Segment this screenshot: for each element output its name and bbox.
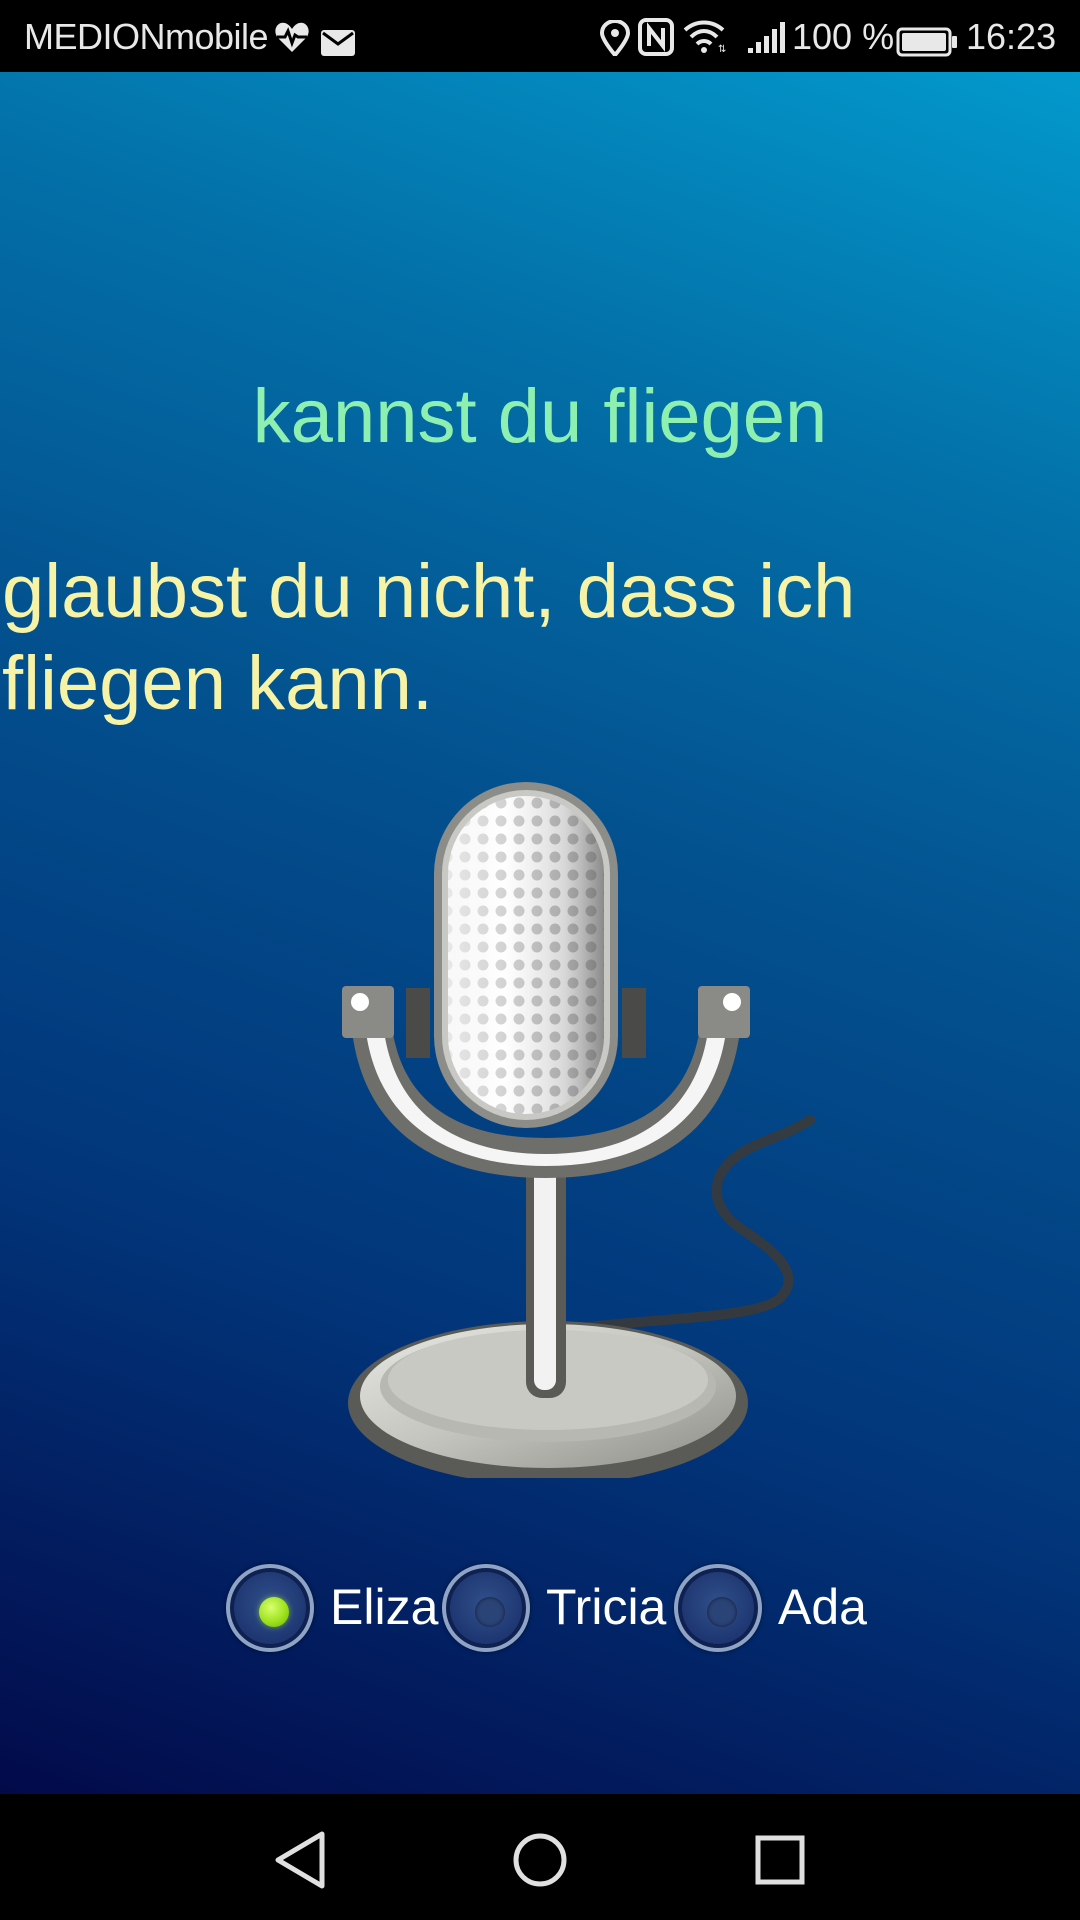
home-icon bbox=[513, 1833, 567, 1887]
signal-icon bbox=[746, 20, 786, 63]
location-icon bbox=[599, 18, 631, 65]
status-bar: MEDIONmobile ⇅ 100 % 16:23 bbox=[0, 0, 1080, 72]
battery-icon bbox=[896, 24, 958, 66]
assistant-reply: glaubst du nicht, dass ich fliegen kann. bbox=[2, 549, 856, 726]
clock: 16:23 bbox=[966, 16, 1057, 57]
radio-button[interactable] bbox=[442, 1564, 530, 1652]
nfc-icon bbox=[638, 18, 674, 65]
screen: MEDIONmobile ⇅ 100 % 16:23 kannst du fli… bbox=[0, 0, 1080, 1920]
mail-icon bbox=[320, 24, 356, 66]
back-button[interactable] bbox=[260, 1820, 340, 1900]
microphone-icon bbox=[342, 782, 815, 1485]
recents-button[interactable] bbox=[740, 1820, 820, 1900]
microphone-button[interactable] bbox=[330, 758, 910, 1485]
user-utterance: kannst du fliegen bbox=[252, 374, 828, 459]
svg-text:⇅: ⇅ bbox=[718, 44, 726, 54]
voice-option-label: Eliza bbox=[330, 1579, 439, 1635]
wifi-icon: ⇅ bbox=[682, 18, 726, 63]
radio-button[interactable] bbox=[226, 1564, 314, 1652]
radio-unselected-indicator bbox=[707, 1597, 737, 1627]
app-content: kannst du fliegen glaubst du nicht, dass… bbox=[0, 72, 1080, 1794]
recents-icon bbox=[755, 1835, 805, 1885]
carrier-name: MEDIONmobile bbox=[24, 16, 269, 57]
back-icon bbox=[275, 1831, 325, 1889]
voice-option-label: Tricia bbox=[546, 1579, 667, 1635]
heart-rate-icon bbox=[274, 20, 310, 63]
battery-percentage: 100 % bbox=[792, 16, 895, 57]
home-button[interactable] bbox=[500, 1820, 580, 1900]
navigation-bar bbox=[0, 1794, 1080, 1920]
voice-selector: Eliza Tricia Ada bbox=[226, 1562, 946, 1658]
radio-button[interactable] bbox=[674, 1564, 762, 1652]
voice-option-label: Ada bbox=[778, 1579, 867, 1635]
radio-selected-indicator bbox=[259, 1597, 289, 1627]
radio-unselected-indicator bbox=[475, 1597, 505, 1627]
